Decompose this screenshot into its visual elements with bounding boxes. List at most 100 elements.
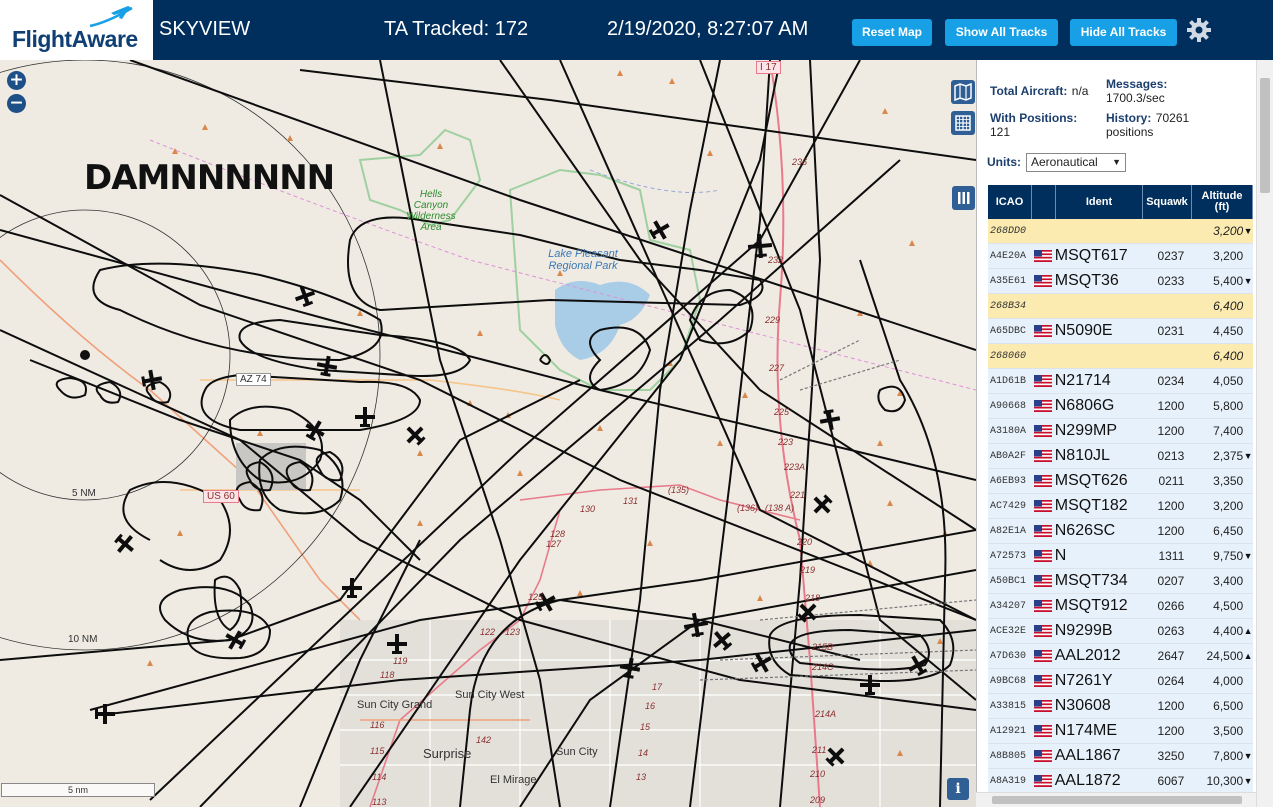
exit-label: 142: [476, 735, 492, 745]
cell-squawk: 0234: [1157, 374, 1185, 388]
exit-label: 128: [550, 529, 566, 539]
vertical-scrollbar[interactable]: [1256, 60, 1273, 807]
cell-altitude: 4,400: [1213, 624, 1244, 638]
horizontal-scrollbar-thumb[interactable]: [992, 796, 1242, 804]
table-row[interactable]: A82E1A N626SC 1200 6,450: [988, 519, 1253, 544]
exit-label: 118: [380, 670, 395, 680]
cell-squawk: 1200: [1157, 499, 1185, 513]
table-row[interactable]: 268DD0 3,200 ▼: [988, 219, 1253, 244]
table-row[interactable]: A35E61 MSQT36 0233 5,400 ▼: [988, 269, 1253, 294]
table-row[interactable]: A8A319 AAL1872 6067 10,300 ▼: [988, 769, 1253, 794]
hide-all-tracks-button[interactable]: Hide All Tracks: [1070, 19, 1177, 46]
reset-map-button[interactable]: Reset Map: [852, 19, 932, 46]
exit-label: 219: [800, 565, 816, 575]
cell-altitude: 5,400: [1213, 274, 1244, 288]
table-row[interactable]: A9BC68 N7261Y 0264 4,000: [988, 669, 1253, 694]
gear-icon[interactable]: [1186, 17, 1212, 43]
us-flag-icon: [1033, 524, 1052, 537]
altitude-trend-icon: ▲: [1243, 626, 1253, 636]
cell-icao: A35E61: [990, 275, 1027, 287]
altitude-trend-icon: ▼: [1243, 276, 1253, 286]
table-row[interactable]: 268B34 6,400: [988, 294, 1253, 319]
table-row[interactable]: 268060 6,400: [988, 344, 1253, 369]
column-header-squawk[interactable]: Squawk: [1143, 185, 1192, 219]
cell-ident: AAL2012: [1054, 647, 1121, 664]
grid-icon: [955, 115, 971, 131]
table-row[interactable]: A3180A N299MP 1200 7,400: [988, 419, 1253, 444]
total-aircraft-stat: Total Aircraft: n/a: [990, 84, 1088, 98]
altitude-header-line2: (ft): [1214, 201, 1230, 213]
cell-squawk: 1200: [1157, 399, 1185, 413]
cell-icao: A8B805: [990, 750, 1027, 762]
cell-squawk: 1200: [1157, 524, 1185, 538]
table-row[interactable]: A12921 N174ME 1200 3,500: [988, 719, 1253, 744]
messages-value: 1700.3/sec: [1106, 91, 1165, 105]
cell-squawk: 0237: [1157, 249, 1185, 263]
cell-icao: ACE32E: [990, 625, 1027, 637]
column-header-altitude[interactable]: Altitude (ft): [1192, 185, 1253, 219]
cell-ident: AAL1867: [1054, 747, 1121, 764]
table-row[interactable]: A34207 MSQT912 0266 4,500: [988, 594, 1253, 619]
units-select[interactable]: Aeronautical ▼: [1026, 153, 1126, 172]
place-label-sun-city-west: Sun City West: [455, 689, 525, 701]
altitude-trend-icon: ▼: [1243, 551, 1253, 561]
cell-altitude: 9,750: [1213, 549, 1244, 563]
exit-label: 236: [792, 157, 808, 167]
table-row[interactable]: A90668 N6806G 1200 5,800: [988, 394, 1253, 419]
table-row[interactable]: A50BC1 MSQT734 0207 3,400: [988, 569, 1253, 594]
cell-flag: [1031, 474, 1055, 488]
table-row[interactable]: A1D61B N21714 0234 4,050: [988, 369, 1253, 394]
zoom-in-button[interactable]: +: [7, 71, 26, 90]
grid-toggle-button[interactable]: [951, 111, 975, 135]
us-flag-icon: [1033, 774, 1052, 787]
cell-ident: N6806G: [1054, 397, 1115, 414]
table-row[interactable]: A33815 N30608 1200 6,500: [988, 694, 1253, 719]
table-row[interactable]: A72573 N 1311 9,750 ▼: [988, 544, 1253, 569]
column-header-icao[interactable]: ICAO: [988, 185, 1032, 219]
history-label: History:: [1106, 111, 1152, 125]
aircraft-table: ICAO Ident Squawk Altitude (ft) 268DD0 3,…: [988, 185, 1253, 807]
cell-altitude: 3,400: [1213, 574, 1244, 588]
table-row[interactable]: A65DBC N5090E 0231 4,450: [988, 319, 1253, 344]
us-flag-icon: [1033, 399, 1052, 412]
table-row[interactable]: A4E20A MSQT617 0237 3,200: [988, 244, 1253, 269]
cell-ident: N5090E: [1054, 322, 1113, 339]
column-header-flag[interactable]: [1032, 185, 1056, 219]
show-all-tracks-button[interactable]: Show All Tracks: [945, 19, 1058, 46]
cell-flag: [1031, 674, 1055, 688]
tracked-count: TA Tracked: 172: [384, 18, 529, 40]
map-layer-button[interactable]: [951, 80, 975, 104]
us-flag-icon: [1033, 624, 1052, 637]
cell-icao: A1D61B: [990, 375, 1027, 387]
altitude-trend-icon: ▼: [1243, 451, 1253, 461]
cell-altitude: 4,050: [1213, 374, 1244, 388]
place-label-sun-city: Sun City: [556, 746, 598, 758]
altitude-trend-icon: ▼: [1243, 776, 1253, 786]
park-label-hells-canyon: Hells Canyon Wilderness Area: [406, 189, 456, 233]
logo-text: FlightAware: [12, 26, 138, 52]
info-button[interactable]: i: [947, 778, 969, 800]
sidebar-toggle-button[interactable]: [952, 186, 975, 210]
zoom-out-button[interactable]: −: [7, 94, 26, 113]
flightaware-logo[interactable]: FlightAware: [0, 0, 153, 60]
table-row[interactable]: A8B805 AAL1867 3250 7,800 ▼: [988, 744, 1253, 769]
table-row[interactable]: A7D630 AAL2012 2647 24,500 ▲: [988, 644, 1253, 669]
column-header-ident[interactable]: Ident: [1056, 185, 1143, 219]
horizontal-scrollbar[interactable]: [976, 792, 1256, 807]
cell-squawk: 0266: [1157, 599, 1185, 613]
cell-squawk: 3250: [1157, 749, 1185, 763]
scrollbar-thumb[interactable]: [1260, 78, 1270, 193]
table-row[interactable]: ACE32E N9299B 0263 4,400 ▲: [988, 619, 1253, 644]
cell-squawk: 0231: [1157, 324, 1185, 338]
exit-label: 123: [505, 627, 521, 637]
us-flag-icon: [1033, 699, 1052, 712]
table-row[interactable]: A6EB93 MSQT626 0211 3,350: [988, 469, 1253, 494]
cell-icao: A33815: [990, 700, 1027, 712]
map-canvas[interactable]: + − DAMNNNNNN 5 NM 10 NM Hells Canyon Wi…: [0, 60, 976, 807]
place-label-sun-city-grand: Sun City Grand: [357, 699, 433, 711]
cell-flag: [1031, 324, 1055, 338]
us-flag-icon: [1033, 574, 1052, 587]
cell-flag: [1031, 599, 1055, 613]
table-row[interactable]: AC7429 MSQT182 1200 3,200: [988, 494, 1253, 519]
table-row[interactable]: AB0A2F N810JL 0213 2,375 ▼: [988, 444, 1253, 469]
